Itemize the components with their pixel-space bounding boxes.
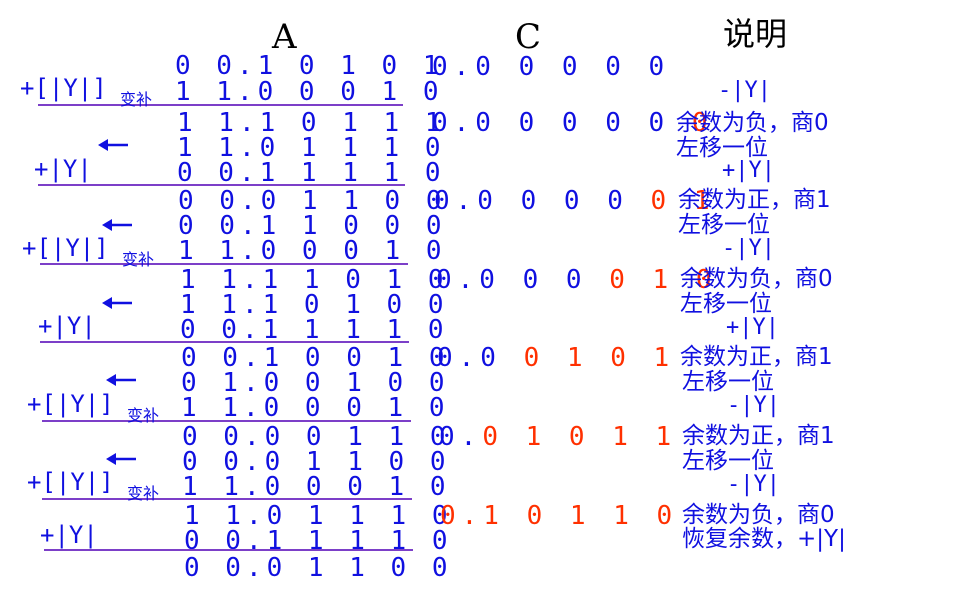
left-arrow-icon xyxy=(106,374,136,386)
sum-rule-2 xyxy=(38,184,405,186)
a-row-8: 1 1.0 0 0 1 0 xyxy=(178,236,447,266)
note-rem-pos-2: 余数为正，商1 xyxy=(680,344,833,370)
sum-rule-4 xyxy=(40,341,409,343)
left-arrow-icon xyxy=(102,297,132,309)
sum-rule-3 xyxy=(40,263,408,265)
c-row-3: 0.0 0 0 0 0 1 xyxy=(434,188,716,214)
note-neg-y-3: -|Y| xyxy=(727,393,780,418)
a-row-1: 0 0.1 0 1 0 1 xyxy=(175,51,444,81)
left-arrow-icon xyxy=(98,139,128,151)
note-pos-y-2: +|Y| xyxy=(726,315,779,340)
op-label: +[|Y|] xyxy=(20,74,107,102)
division-diagram: A C 说明 0 0.1 0 1 0 1 1 1.0 0 0 1 0 1 1.1… xyxy=(0,0,960,600)
note-rem-pos-1: 余数为正，商1 xyxy=(678,187,831,213)
op-add-y-1: +|Y| xyxy=(34,155,92,183)
op-label: +[|Y|] xyxy=(27,468,114,496)
note-neg-y-4: -|Y| xyxy=(727,472,780,497)
op-subscript: 变补 xyxy=(127,406,160,425)
op-subscript: 变补 xyxy=(127,484,160,503)
op-label: +[|Y|] xyxy=(27,390,114,418)
note-restore: 恢复余数，+|Y| xyxy=(682,526,846,552)
header-c: C xyxy=(515,17,542,57)
left-arrow-icon xyxy=(106,453,136,465)
a-row-14: 1 1.0 0 0 1 0 xyxy=(181,393,450,423)
note-rem-neg-1: 余数为负，商0 xyxy=(676,110,829,136)
c-row-red: 0 1 0 1 1 xyxy=(482,422,678,452)
op-subscript: 变补 xyxy=(120,90,153,109)
c-row-blue: 0.0 0 0 xyxy=(436,265,588,295)
op-subscript: 变补 xyxy=(122,250,155,269)
note-rem-neg-3: 余数为负，商0 xyxy=(682,502,835,528)
c-row-5: 0.0 0 1 0 1 xyxy=(437,345,675,371)
a-row-2: 1 1.0 0 0 1 0 xyxy=(175,77,444,107)
a-row-11: 0 0.1 1 1 1 0 xyxy=(180,315,449,345)
note-shift-1: 左移一位 xyxy=(676,135,768,161)
note-shift-3: 左移一位 xyxy=(680,291,772,317)
note-rem-neg-2: 余数为负，商0 xyxy=(680,266,833,292)
header-a: A xyxy=(272,17,297,57)
op-label: +[|Y|] xyxy=(22,234,109,262)
note-pos-y-1: +|Y| xyxy=(722,158,775,183)
op-add-y-2: +|Y| xyxy=(38,312,96,340)
c-row-1: 0.0 0 0 0 0 xyxy=(432,54,670,80)
c-row-blue: 0. xyxy=(439,422,483,452)
c-row-blue: 0.0 0 0 0 0 xyxy=(432,108,671,138)
sum-rule-5 xyxy=(42,420,411,422)
left-arrow-icon xyxy=(102,219,132,231)
c-row-blue: 0.0 0 0 0 xyxy=(434,186,629,216)
a-row-20: 0 0.0 1 1 0 0 xyxy=(184,553,453,583)
sum-rule-7 xyxy=(44,549,413,551)
note-shift-2: 左移一位 xyxy=(678,212,770,238)
header-note: 说明 xyxy=(723,15,788,53)
note-neg-y-2: -|Y| xyxy=(722,236,775,261)
note-neg-y-1: -|Y| xyxy=(718,78,771,103)
c-row-blue: 0.0 0 0 0 0 xyxy=(432,52,671,82)
a-row-5: 0 0.1 1 1 1 0 xyxy=(177,158,446,188)
op-add-y-3: +|Y| xyxy=(40,521,98,549)
a-row-17: 1 1.0 0 0 1 0 xyxy=(182,472,451,502)
c-row-2: 0.0 0 0 0 0 0 xyxy=(432,110,714,136)
sum-rule-1 xyxy=(38,104,403,106)
note-shift-5: 左移一位 xyxy=(682,448,774,474)
c-row-red: 0 1 0 1 xyxy=(523,343,676,373)
c-row-blue: 0.0 xyxy=(437,343,502,373)
c-row-4: 0.0 0 0 0 1 0 xyxy=(436,267,718,293)
c-row-7: 0.1 0 1 1 0 xyxy=(440,503,678,529)
sum-rule-6 xyxy=(42,498,412,500)
c-row-red: 0.1 0 1 1 0 xyxy=(440,501,679,531)
note-rem-pos-3: 余数为正，商1 xyxy=(682,423,835,449)
note-shift-4: 左移一位 xyxy=(682,369,774,395)
c-row-6: 0.0 1 0 1 1 xyxy=(439,424,677,450)
